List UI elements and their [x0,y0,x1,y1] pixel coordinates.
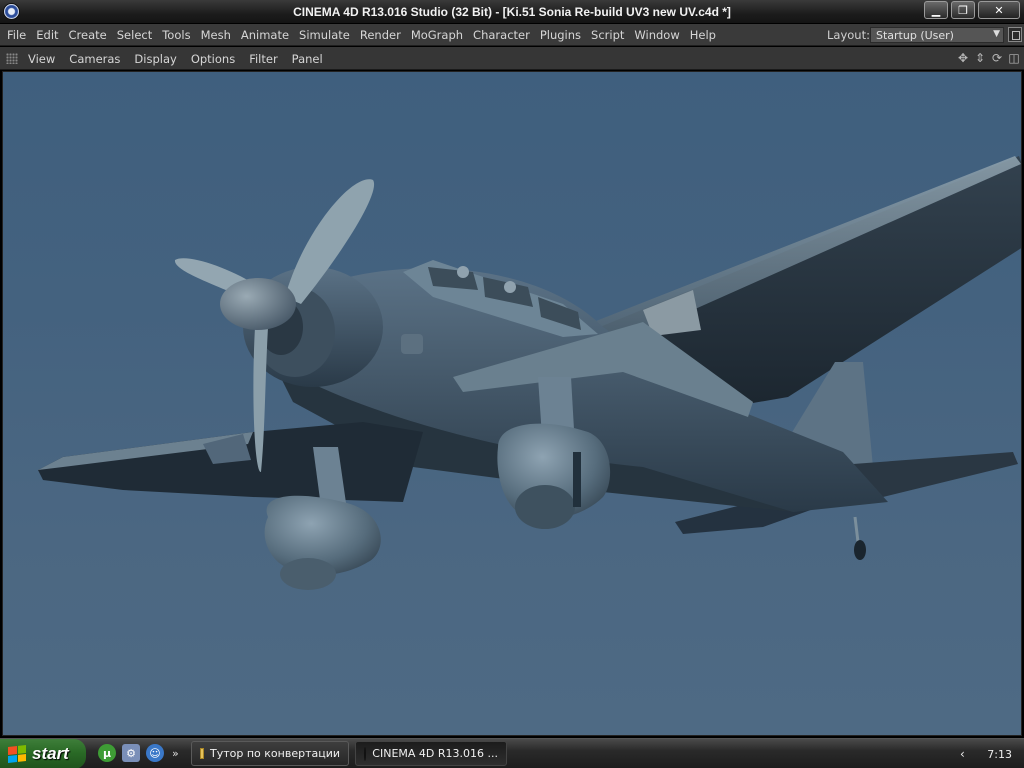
folder-icon [200,748,204,759]
taskbar-item-cinema4d[interactable]: CINEMA 4D R13.016 ... [355,741,507,766]
start-button[interactable]: start [0,739,86,768]
menu-select[interactable]: Select [112,28,157,42]
taskbar-item-label: Тутор по конвертации [210,747,340,760]
toggle-view-icon[interactable]: ◫ [1007,51,1021,65]
system-tray: ‹ 7:13 [952,739,1024,768]
minimize-button[interactable]: ▁ [924,1,948,19]
viewport-menu-view[interactable]: View [21,52,62,66]
menu-render[interactable]: Render [355,28,406,42]
menu-help[interactable]: Help [685,28,721,42]
menu-create[interactable]: Create [64,28,112,42]
taskbar-item-folder[interactable]: Тутор по конвертации [191,741,349,766]
menu-bar: File Edit Create Select Tools Mesh Anima… [0,24,1024,46]
layout-select[interactable]: Startup (User) ▼ [870,27,1004,43]
network-icon[interactable]: ⚙ [122,744,140,762]
viewport-menu-cameras[interactable]: Cameras [62,52,127,66]
viewport-menu-display[interactable]: Display [127,52,183,66]
taskbar: start µ ⚙ ☺ » Тутор по конвертации CINEM… [0,738,1024,768]
move-icon[interactable]: ✥ [956,51,970,65]
windows-logo-icon [8,745,26,763]
main-menu: File Edit Create Select Tools Mesh Anima… [2,24,721,46]
window-controls: ▁ ❐ ✕ [924,1,1020,19]
menu-tools[interactable]: Tools [157,28,195,42]
menu-window[interactable]: Window [629,28,684,42]
taskbar-item-label: CINEMA 4D R13.016 ... [372,747,498,760]
menu-character[interactable]: Character [468,28,535,42]
menu-edit[interactable]: Edit [31,28,63,42]
viewport-menu-filter[interactable]: Filter [242,52,284,66]
airplane-model [38,156,1021,590]
menu-mesh[interactable]: Mesh [196,28,236,42]
menu-animate[interactable]: Animate [236,28,294,42]
chevron-left-icon[interactable]: ‹ [960,747,965,761]
rotate-icon[interactable]: ⟳ [990,51,1004,65]
layout-switch-icon[interactable] [1008,27,1022,42]
layout-label: Layout: [827,28,870,42]
3d-viewport[interactable] [2,71,1022,736]
zoom-icon[interactable]: ⇕ [973,51,987,65]
menu-mograph[interactable]: MoGraph [406,28,468,42]
layout-value: Startup (User) [876,29,954,42]
messenger-icon[interactable]: ☺ [146,744,164,762]
viewport-menu-options[interactable]: Options [184,52,242,66]
chevron-right-icon[interactable]: » [172,747,179,760]
menu-script[interactable]: Script [586,28,629,42]
utorrent-icon[interactable]: µ [98,744,116,762]
start-label: start [32,744,69,763]
viewport-menu-panel[interactable]: Panel [285,52,330,66]
grip-handle-icon[interactable] [6,53,18,64]
quick-launch: µ ⚙ ☺ » [98,744,179,762]
close-button[interactable]: ✕ [978,1,1020,19]
menu-plugins[interactable]: Plugins [535,28,586,42]
cinema4d-icon [364,746,367,761]
viewport-menu: View Cameras Display Options Filter Pane… [21,47,330,70]
clock[interactable]: 7:13 [987,748,1012,761]
chevron-down-icon: ▼ [993,29,1000,39]
maximize-button[interactable]: ❐ [951,1,975,19]
window-title: CINEMA 4D R13.016 Studio (32 Bit) - [Ki.… [293,5,731,19]
title-bar[interactable]: CINEMA 4D R13.016 Studio (32 Bit) - [Ki.… [0,0,1024,24]
viewport-nav-icons: ✥ ⇕ ⟳ ◫ [956,51,1021,65]
menu-file[interactable]: File [2,28,31,42]
viewport-toolbar: View Cameras Display Options Filter Pane… [0,47,1024,70]
menu-simulate[interactable]: Simulate [294,28,355,42]
